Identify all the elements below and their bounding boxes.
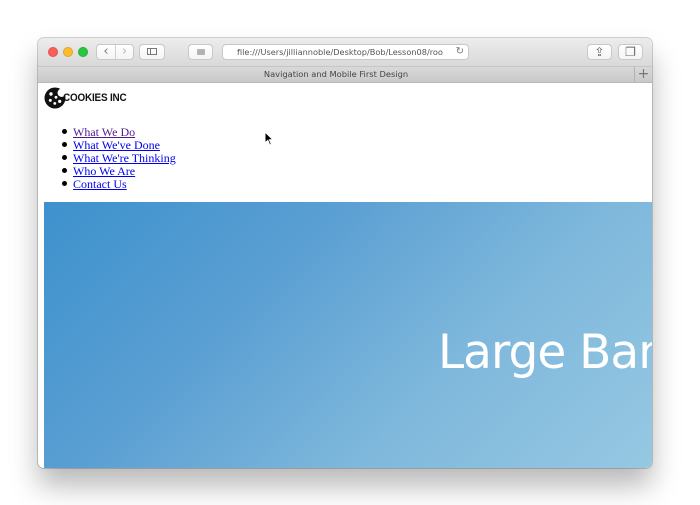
mouse-pointer-icon bbox=[264, 131, 274, 146]
nav-list-item: Contact Us bbox=[62, 177, 176, 191]
back-button[interactable]: ‹ bbox=[97, 45, 115, 59]
nav-link-what-weve-done[interactable]: What We've Done bbox=[73, 138, 160, 152]
close-window-button[interactable] bbox=[48, 47, 58, 57]
reader-icon bbox=[196, 49, 205, 55]
bullet-icon bbox=[62, 155, 67, 160]
nav-link-what-we-do[interactable]: What We Do bbox=[73, 125, 135, 139]
new-tab-button[interactable]: + bbox=[634, 67, 652, 82]
site-navigation-list: What We Do What We've Done What We're Th… bbox=[62, 125, 176, 191]
bullet-icon bbox=[62, 168, 67, 173]
browser-toolbar: ‹ › file:///Users/jilliannoble/Desktop/B… bbox=[38, 38, 652, 67]
bullet-icon bbox=[62, 142, 67, 147]
banner-heading: Large Ban bbox=[438, 325, 652, 380]
sidebar-icon bbox=[147, 48, 157, 55]
show-tabs-button[interactable]: ❐ bbox=[618, 44, 643, 60]
nav-link-contact-us[interactable]: Contact Us bbox=[73, 177, 127, 191]
browser-window: ‹ › file:///Users/jilliannoble/Desktop/B… bbox=[38, 38, 652, 468]
forward-button[interactable]: › bbox=[114, 45, 133, 59]
bullet-icon bbox=[62, 181, 67, 186]
large-banner: Large Ban bbox=[44, 202, 652, 468]
logo-text: COOKIES INC bbox=[63, 92, 127, 104]
reload-icon[interactable]: ↻ bbox=[456, 46, 464, 58]
sidebar-button[interactable] bbox=[139, 44, 165, 60]
reader-button[interactable] bbox=[188, 44, 213, 60]
nav-link-who-we-are[interactable]: Who We Are bbox=[73, 164, 135, 178]
tab-bar: Navigation and Mobile First Design + bbox=[38, 67, 652, 83]
site-logo[interactable]: COOKIES INC bbox=[44, 87, 144, 113]
active-tab-title[interactable]: Navigation and Mobile First Design bbox=[38, 69, 634, 79]
share-button[interactable]: ⇪ bbox=[587, 44, 612, 60]
maximize-window-button[interactable] bbox=[78, 47, 88, 57]
url-text: file:///Users/jilliannoble/Desktop/Bob/L… bbox=[237, 47, 443, 57]
nav-link-what-were-thinking[interactable]: What We're Thinking bbox=[73, 151, 176, 165]
bullet-icon bbox=[62, 129, 67, 134]
address-bar[interactable]: file:///Users/jilliannoble/Desktop/Bob/L… bbox=[222, 44, 469, 60]
history-navigation: ‹ › bbox=[96, 44, 134, 60]
desktop: ‹ › file:///Users/jilliannoble/Desktop/B… bbox=[0, 0, 700, 505]
minimize-window-button[interactable] bbox=[63, 47, 73, 57]
web-page: COOKIES INC What We Do What We've Done W… bbox=[44, 83, 652, 468]
